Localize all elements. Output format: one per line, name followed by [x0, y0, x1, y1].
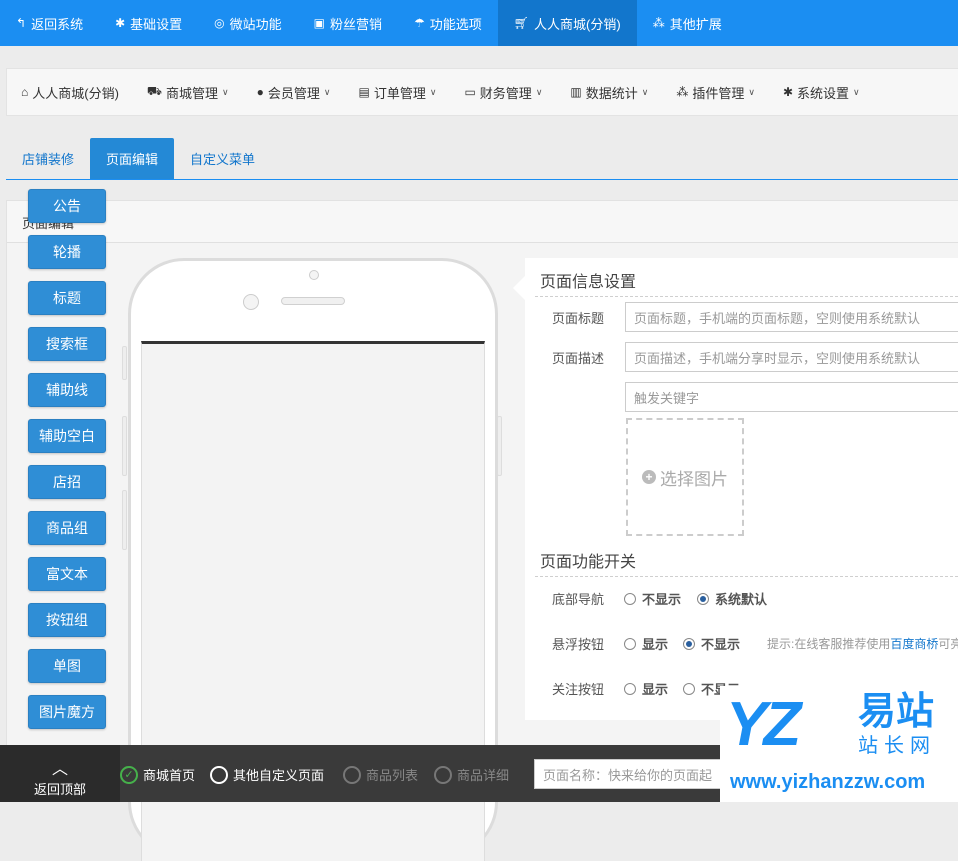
- panel-header: 页面编辑: [7, 201, 958, 243]
- home-icon: ⌂: [21, 85, 29, 99]
- topnav-microsite[interactable]: ◎ 微站功能: [198, 0, 298, 46]
- float-button-hint: 提示:在线客服推荐使用百度商桥可亮: [767, 637, 958, 651]
- widget-product-group-button[interactable]: 商品组: [28, 511, 106, 545]
- page-type-product-list[interactable]: 商品列表: [343, 765, 418, 784]
- page-type-custom[interactable]: 其他自定义页面: [210, 765, 324, 784]
- page-desc-label: 页面描述: [552, 351, 605, 366]
- check-icon: ✓: [120, 765, 138, 784]
- phone-side-button: [122, 416, 127, 476]
- cubes-icon: ⁂: [676, 85, 689, 99]
- bottom-nav-hide-radio[interactable]: 不显示: [624, 589, 681, 608]
- page-title-input[interactable]: 页面标题，手机端的页面标题，空则使用系统默认: [625, 302, 958, 332]
- nav2-member-manage[interactable]: ● 会员管理 ∨: [243, 68, 345, 116]
- nav2-statistics[interactable]: ▥ 数据统计 ∨: [556, 68, 662, 116]
- radio-circle-icon: [434, 765, 452, 784]
- chevron-down-icon: ∨: [748, 86, 755, 97]
- phone-speaker: [281, 297, 345, 305]
- nav2-home[interactable]: ⌂ 人人商城(分销): [7, 68, 133, 116]
- radio-circle-icon: [210, 765, 228, 784]
- widget-image-cube-button[interactable]: 图片魔方: [28, 695, 106, 729]
- tab-shop-decoration[interactable]: 店铺装修: [6, 138, 90, 179]
- page-settings-card: 页面信息设置 页面标题 页面标题，手机端的页面标题，空则使用系统默认 页面描述 …: [513, 258, 958, 720]
- user-icon: ●: [256, 85, 264, 99]
- umbrella-icon: ☂: [414, 16, 425, 30]
- chevron-down-icon: ∨: [641, 86, 649, 97]
- chevron-down-icon: ∨: [222, 86, 229, 97]
- divider: [535, 296, 958, 297]
- chevron-down-icon: ∨: [323, 86, 331, 97]
- topnav-basic-settings[interactable]: ✱ 基础设置: [99, 0, 198, 46]
- widget-carousel-button[interactable]: 轮播: [28, 235, 106, 269]
- back-to-top-button[interactable]: ︿ 返回顶部: [0, 745, 120, 802]
- widget-notice-button[interactable]: 公告: [28, 189, 106, 223]
- follow-button-label: 关注按钮: [552, 682, 605, 697]
- gear-icon: ✱: [115, 16, 126, 30]
- nav2-order-manage[interactable]: ▤ 订单管理 ∨: [345, 68, 451, 116]
- document-icon: ▤: [358, 85, 370, 99]
- float-button-label: 悬浮按钮: [552, 637, 605, 652]
- plus-icon: +: [642, 470, 656, 484]
- widget-button-group-button[interactable]: 按钮组: [28, 603, 106, 637]
- page-info-title: 页面信息设置: [540, 274, 637, 291]
- bottom-nav-default-radio[interactable]: 系统默认: [697, 589, 767, 608]
- page-tabs: 店铺装修 页面编辑 自定义菜单: [6, 138, 958, 180]
- cart-icon: 🛒︎: [513, 16, 530, 30]
- divider: [535, 576, 958, 577]
- float-button-show-radio[interactable]: 显示: [624, 634, 668, 653]
- widget-divider-button[interactable]: 辅助线: [28, 373, 106, 407]
- widget-spacer-button[interactable]: 辅助空白: [28, 419, 106, 453]
- watermark-logo: YZ 易站 站长网 www.yizhanzzw.com: [720, 686, 958, 802]
- widget-search-button[interactable]: 搜索框: [28, 327, 106, 361]
- page-type-home[interactable]: ✓ 商城首页: [120, 765, 195, 784]
- topnav-renren-shop[interactable]: 🛒︎ 人人商城(分销): [497, 0, 637, 46]
- cart-icon: ⛟: [146, 84, 163, 98]
- widget-title-button[interactable]: 标题: [28, 281, 106, 315]
- nav2-finance-manage[interactable]: ▭ 财务管理 ∨: [450, 68, 556, 116]
- bottom-nav-label: 底部导航: [552, 592, 605, 607]
- page-desc-input[interactable]: 页面描述，手机端分享时显示，空则使用系统默认: [625, 342, 958, 372]
- page-title-label: 页面标题: [552, 311, 605, 326]
- phone-side-button: [122, 490, 127, 550]
- lifebuoy-icon: ◎: [214, 16, 225, 30]
- page-name-input[interactable]: 页面名称：快来给你的页面起: [534, 759, 734, 789]
- baidu-shangqiao-link[interactable]: 百度商桥: [890, 637, 938, 651]
- phone-side-button: [122, 346, 127, 380]
- tab-custom-menu[interactable]: 自定义菜单: [174, 138, 271, 179]
- widget-rich-text-button[interactable]: 富文本: [28, 557, 106, 591]
- widget-shop-sign-button[interactable]: 店招: [28, 465, 106, 499]
- keyword-input[interactable]: 触发关键字: [625, 382, 958, 412]
- chevron-down-icon: ∨: [853, 86, 860, 97]
- bar-chart-icon: ▥: [570, 85, 582, 99]
- chevron-down-icon: ∨: [429, 86, 437, 97]
- gift-icon: ▣: [313, 16, 325, 30]
- page-func-title: 页面功能开关: [540, 554, 637, 571]
- topnav-features[interactable]: ☂ 功能选项: [398, 0, 498, 46]
- nav2-system-settings[interactable]: ✱ 系统设置 ∨: [769, 68, 874, 116]
- top-nav-bar: ↰ 返回系统 ✱ 基础设置 ◎ 微站功能 ▣ 粉丝营销 ☂ 功能选项 🛒︎ 人人商城(分销)…: [0, 0, 958, 46]
- radio-circle-icon: [343, 765, 361, 784]
- topnav-other-extensions[interactable]: ⁂ 其他扩展: [637, 0, 738, 46]
- page-type-product-detail[interactable]: 商品详细: [434, 765, 509, 784]
- tab-page-edit[interactable]: 页面编辑: [90, 138, 175, 179]
- float-button-hide-radio[interactable]: 不显示: [683, 634, 740, 653]
- chevron-down-icon: ∨: [535, 86, 543, 97]
- topnav-back-system[interactable]: ↰ 返回系统: [0, 0, 99, 46]
- chevron-up-icon: ︿: [52, 761, 69, 778]
- money-icon: ▭: [464, 85, 476, 99]
- card-pointer: [513, 276, 525, 300]
- nav2-shop-manage[interactable]: ⛟ 商城管理 ∨: [133, 68, 243, 116]
- follow-button-show-radio[interactable]: 显示: [624, 679, 668, 698]
- gear-icon: ✱: [782, 85, 794, 99]
- topnav-fans-marketing[interactable]: ▣ 粉丝营销: [298, 0, 398, 46]
- cubes-icon: ⁂: [652, 16, 665, 30]
- nav2-plugin-manage[interactable]: ⁂ 插件管理 ∨: [662, 68, 769, 116]
- phone-camera: [309, 270, 319, 280]
- back-icon: ↰: [16, 16, 27, 30]
- phone-sensor: [243, 294, 259, 310]
- secondary-nav: ⌂ 人人商城(分销) ⛟ 商城管理 ∨ ● 会员管理 ∨ ▤ 订单管理 ∨ ▭ 财务管理 ∨ ▥ 数…: [6, 68, 958, 116]
- select-image-box[interactable]: + 选择图片: [626, 418, 744, 536]
- widget-single-image-button[interactable]: 单图: [28, 649, 106, 683]
